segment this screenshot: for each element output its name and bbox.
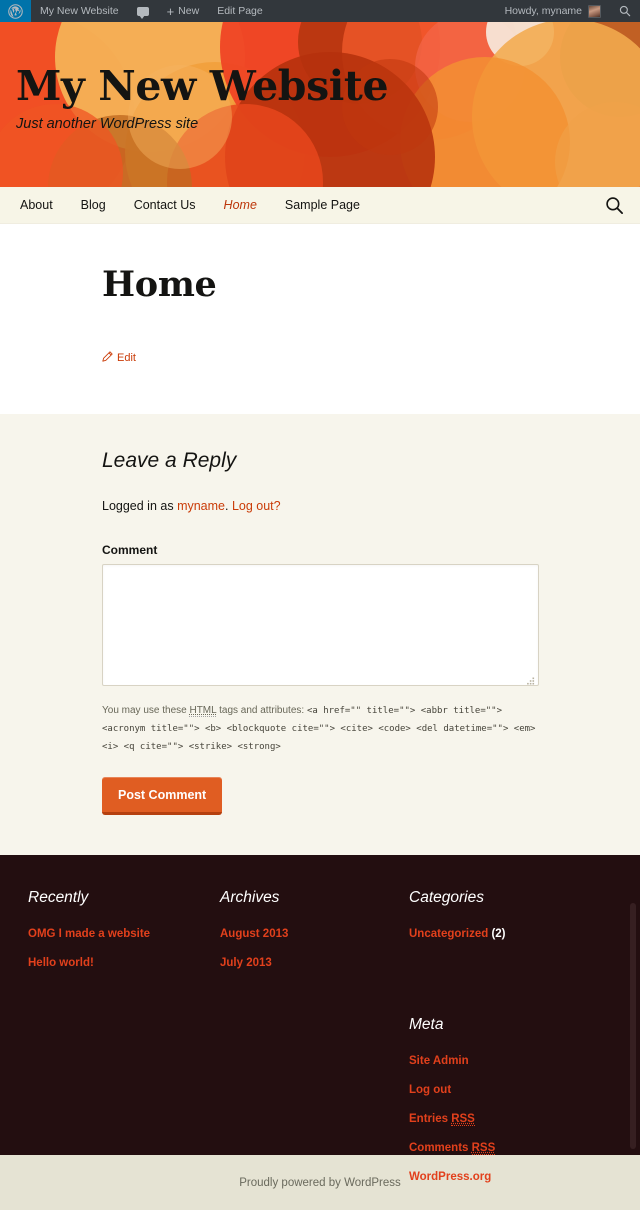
adminbar-my-account[interactable]: Howdy, myname	[496, 0, 610, 22]
rss-abbr: RSS	[471, 1142, 496, 1155]
footer-widget-column-3: Categories Uncategorized (2) Meta Site A…	[409, 889, 612, 1185]
meta-link-wordpress-org[interactable]: WordPress.org	[409, 1171, 491, 1183]
primary-navigation: About Blog Contact Us Home Sample Page	[0, 187, 640, 224]
allowed-tags-prefix: You may use these	[102, 705, 190, 716]
nav-link-blog[interactable]: Blog	[67, 187, 120, 224]
nav-link-about[interactable]: About	[6, 187, 67, 224]
nav-menu: About Blog Contact Us Home Sample Page	[0, 187, 374, 224]
meta-list: Site Admin Log out Entries RSS Comments …	[409, 1054, 612, 1185]
nav-item-home[interactable]: Home	[210, 187, 271, 224]
nav-link-contact-us[interactable]: Contact Us	[120, 187, 210, 224]
list-item[interactable]: Comments RSS	[409, 1141, 612, 1156]
footer-widget-archives: Archives August 2013 July 2013	[220, 889, 409, 1185]
site-header: My New Website Just another WordPress si…	[0, 22, 640, 187]
list-item[interactable]: Uncategorized (2)	[409, 927, 612, 942]
recent-posts-list: OMG I made a website Hello world!	[28, 927, 220, 971]
meta-comments-label: Comments	[409, 1142, 472, 1154]
avatar	[588, 4, 601, 18]
site-tagline: Just another WordPress site	[16, 116, 199, 133]
adminbar-right-group: Howdy, myname	[496, 0, 640, 22]
plus-icon: +	[166, 3, 175, 19]
adminbar-new-label: New	[178, 5, 200, 17]
widget-title-archives: Archives	[220, 889, 280, 907]
list-item[interactable]: Site Admin	[409, 1054, 612, 1069]
comment-field-label: Comment	[102, 543, 158, 557]
rss-abbr: RSS	[451, 1113, 475, 1127]
wordpress-logo-icon[interactable]	[0, 0, 31, 22]
edit-post-link[interactable]: Edit	[102, 351, 136, 365]
edit-label: Edit	[117, 352, 136, 364]
archive-link-2[interactable]: July 2013	[220, 957, 272, 969]
site-footer: Recently OMG I made a website Hello worl…	[0, 855, 640, 1183]
pencil-icon	[102, 351, 113, 365]
meta-link-comments-rss[interactable]: Comments RSS	[409, 1142, 496, 1155]
list-item[interactable]: Hello world!	[28, 956, 220, 971]
meta-link-site-admin[interactable]: Site Admin	[409, 1055, 469, 1067]
list-item[interactable]: OMG I made a website	[28, 927, 220, 942]
recent-post-link-2[interactable]: Hello world!	[28, 957, 94, 969]
page-title: Home	[102, 264, 217, 305]
footer-widget-grid: Recently OMG I made a website Hello worl…	[0, 889, 640, 1185]
list-item[interactable]: WordPress.org	[409, 1170, 612, 1185]
adminbar-comments[interactable]	[128, 0, 158, 22]
meta-link-entries-rss[interactable]: Entries RSS	[409, 1113, 475, 1127]
widget-title-recently: Recently	[28, 889, 89, 907]
widget-title-meta: Meta	[409, 1016, 444, 1034]
adminbar-site-name[interactable]: My New Website	[31, 0, 128, 22]
adminbar-edit-page[interactable]: Edit Page	[208, 0, 272, 22]
howdy-label: Howdy, myname	[504, 5, 582, 17]
widget-title-categories: Categories	[409, 889, 484, 907]
logged-in-prefix: Logged in as	[102, 499, 178, 513]
nav-link-sample-page[interactable]: Sample Page	[271, 187, 374, 224]
archives-list: August 2013 July 2013	[220, 927, 409, 971]
allowed-tags-note: You may use these HTML tags and attribut…	[102, 702, 540, 755]
category-count: (2)	[491, 928, 506, 941]
nav-item-about[interactable]: About	[6, 187, 67, 224]
site-title[interactable]: My New Website	[16, 63, 389, 109]
categories-list: Uncategorized (2)	[409, 927, 612, 942]
logged-in-as: Logged in as myname. Log out?	[102, 499, 540, 513]
comments-wrap: Leave a Reply Logged in as myname. Log o…	[100, 449, 540, 816]
page-scrollbar[interactable]	[630, 903, 636, 1150]
meta-link-log-out[interactable]: Log out	[409, 1084, 451, 1096]
adminbar-new-content[interactable]: + New	[158, 0, 209, 22]
search-icon[interactable]	[602, 193, 626, 217]
archive-link-1[interactable]: August 2013	[220, 928, 288, 940]
nav-item-contact-us[interactable]: Contact Us	[120, 187, 210, 224]
logged-in-separator: .	[225, 499, 232, 513]
content-wrap: Home Edit	[100, 264, 540, 365]
comments-section: Leave a Reply Logged in as myname. Log o…	[0, 414, 640, 856]
adminbar-spacer	[272, 0, 496, 22]
post-comment-button[interactable]: Post Comment	[102, 777, 223, 816]
nav-item-blog[interactable]: Blog	[67, 187, 120, 224]
nav-item-sample-page[interactable]: Sample Page	[271, 187, 374, 224]
list-item[interactable]: Log out	[409, 1083, 612, 1098]
footer-widget-recently: Recently OMG I made a website Hello worl…	[28, 889, 220, 1185]
html-abbr: HTML	[189, 705, 217, 717]
comment-input[interactable]	[102, 564, 539, 686]
list-item[interactable]: July 2013	[220, 956, 409, 971]
logout-link[interactable]: Log out?	[232, 499, 281, 513]
category-link-uncategorized[interactable]: Uncategorized	[409, 928, 488, 940]
nav-link-home[interactable]: Home	[210, 187, 271, 224]
list-item[interactable]: August 2013	[220, 927, 409, 942]
adminbar-search-icon[interactable]	[610, 0, 640, 22]
profile-link[interactable]: myname	[177, 499, 225, 513]
main-content: Home Edit	[0, 224, 640, 414]
wp-admin-bar: My New Website + New Edit Page Howdy, my…	[0, 0, 640, 22]
comment-bubble-icon	[136, 6, 149, 19]
meta-entries-label: Entries	[409, 1113, 452, 1126]
comment-textarea-holder	[102, 564, 539, 686]
list-item[interactable]: Entries RSS	[409, 1112, 612, 1127]
recent-post-link-1[interactable]: OMG I made a website	[28, 928, 150, 940]
allowed-tags-mid: tags and attributes:	[216, 705, 307, 716]
reply-title: Leave a Reply	[102, 449, 237, 472]
site-branding: My New Website Just another WordPress si…	[16, 63, 389, 133]
